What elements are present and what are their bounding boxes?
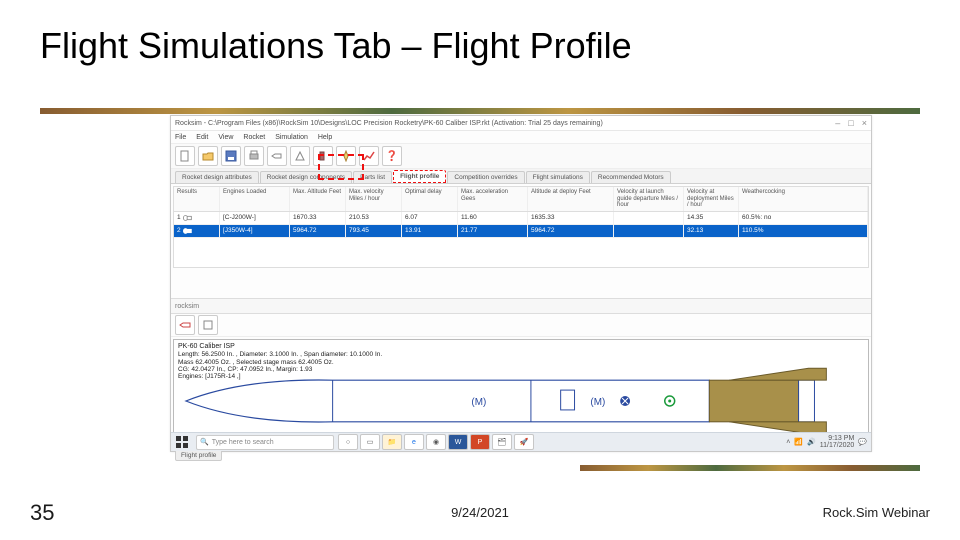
open-icon[interactable] <box>198 146 218 166</box>
toolbar: ❓ <box>171 144 871 169</box>
save-icon[interactable] <box>221 146 241 166</box>
tabs: Rocket design attributes Rocket design c… <box>171 169 871 184</box>
rocket-panel: PK-60 Caliber ISP Length: 56.2500 In. , … <box>173 339 869 447</box>
col-maxacc: Max. acceleration Gees <box>458 187 528 211</box>
tray-notif-icon[interactable]: 💬 <box>858 438 867 446</box>
row-idx: 1 <box>177 214 181 221</box>
maximize-button[interactable]: □ <box>848 118 853 128</box>
task-word-icon[interactable]: W <box>448 434 468 450</box>
slide-title: Flight Simulations Tab – Flight Profile <box>40 25 632 67</box>
rocket-dims: Length: 56.2500 In. , Diameter: 3.1000 I… <box>178 351 382 358</box>
task-app-icon[interactable]: 📁 <box>382 434 402 450</box>
mid-label: rocksim <box>171 298 871 314</box>
titlebar: Rocksim - C:\Program Files (x86)\RockSim… <box>171 116 871 131</box>
tray-vol-icon[interactable]: 🔊 <box>807 438 816 446</box>
search-icon: 🔍 <box>200 438 209 446</box>
search-box[interactable]: 🔍 Type here to search <box>196 435 334 450</box>
taskbar: 🔍 Type here to search ○ ▭ 📁 e ◉ W P 🗂 🚀 … <box>171 432 871 451</box>
tray-net-icon[interactable]: 📶 <box>794 438 803 446</box>
tab-flight-profile[interactable]: Flight profile <box>393 170 446 183</box>
tab-recommended-motors[interactable]: Recommended Motors <box>591 171 671 183</box>
task-explorer-icon[interactable]: 🗂 <box>492 434 512 450</box>
task-edge-icon[interactable]: e <box>404 434 424 450</box>
rocket-icon[interactable] <box>267 146 287 166</box>
help-icon[interactable]: ❓ <box>382 146 402 166</box>
tab-flight-simulations[interactable]: Flight simulations <box>526 171 590 183</box>
rocket-mass: Mass 62.4005 Oz. , Selected stage mass 6… <box>178 359 382 366</box>
tray-up-icon[interactable]: ˄ <box>786 439 790 446</box>
grid-header: Results Engines Loaded Max. Altitude Fee… <box>174 187 868 212</box>
col-maxvel: Max. velocity Miles / hour <box>346 187 402 211</box>
marker-m1: (M) <box>471 397 486 408</box>
task-rocksim-icon[interactable]: 🚀 <box>514 434 534 450</box>
menu-view[interactable]: View <box>218 134 233 141</box>
mid-toolbar <box>171 314 871 337</box>
menubar: File Edit View Rocket Simulation Help <box>171 131 871 144</box>
slide-date: 9/24/2021 <box>451 505 509 520</box>
view-side-icon[interactable] <box>175 315 195 335</box>
tab-design-attributes[interactable]: Rocket design attributes <box>175 171 259 183</box>
tab-competition-overrides[interactable]: Competition overrides <box>447 171 524 183</box>
tab-design-components[interactable]: Rocket design components <box>260 171 352 183</box>
task-chrome-icon[interactable]: ◉ <box>426 434 446 450</box>
tab-parts-list[interactable]: Parts list <box>353 171 392 183</box>
menu-file[interactable]: File <box>175 134 186 141</box>
bottom-tab-flight-profile[interactable]: Flight profile <box>175 450 222 461</box>
task-view-icon[interactable]: ▭ <box>360 434 380 450</box>
menu-help[interactable]: Help <box>318 134 332 141</box>
col-maxalt: Max. Altitude Feet <box>290 187 346 211</box>
title-text: Rocksim - C:\Program Files (x86)\RockSim… <box>175 120 603 127</box>
search-placeholder: Type here to search <box>212 439 274 446</box>
slide-number: 35 <box>30 500 54 526</box>
tray-time: 9:13 PM <box>828 435 854 442</box>
task-ppt-icon[interactable]: P <box>470 434 490 450</box>
app-window: Rocksim - C:\Program Files (x86)\RockSim… <box>170 115 872 452</box>
row-idx: 2 <box>177 227 181 234</box>
chart-icon[interactable] <box>359 146 379 166</box>
rocket-title: PK-60 Caliber ISP <box>178 343 382 351</box>
menu-edit[interactable]: Edit <box>196 134 208 141</box>
grid-row-1[interactable]: 1 [C-J200W-] 1670.33 210.53 6.07 11.60 1… <box>174 212 868 225</box>
task-cortana-icon[interactable]: ○ <box>338 434 358 450</box>
marker-m2: (M) <box>590 397 605 408</box>
close-button[interactable]: × <box>862 118 867 128</box>
col-engines: Engines Loaded <box>220 187 290 211</box>
menu-rocket[interactable]: Rocket <box>243 134 265 141</box>
view-tool-icon[interactable] <box>198 315 218 335</box>
tray-date: 11/17/2020 <box>820 442 855 449</box>
fins-icon[interactable] <box>290 146 310 166</box>
divider-bottom <box>580 465 920 471</box>
col-weather: Weathercocking <box>739 187 868 211</box>
divider <box>40 108 920 114</box>
launch-icon[interactable] <box>336 146 356 166</box>
print-icon[interactable] <box>244 146 264 166</box>
grid-row-2[interactable]: 2 [J350W-4] 5964.72 793.45 13.91 21.77 5… <box>174 225 868 238</box>
col-altdeploy: Altitude at deploy Feet <box>528 187 614 211</box>
col-results: Results <box>174 187 220 211</box>
minimize-button[interactable]: – <box>835 118 840 128</box>
slide-footer: Rock.Sim Webinar <box>823 505 930 520</box>
col-veldeploy: Velocity at deployment Miles / hour <box>684 187 739 211</box>
engine-icon[interactable] <box>313 146 333 166</box>
system-tray: ˄ 📶 🔊 9:13 PM 11/17/2020 💬 <box>786 435 871 449</box>
menu-simulation[interactable]: Simulation <box>275 134 308 141</box>
new-icon[interactable] <box>175 146 195 166</box>
start-button[interactable] <box>174 435 190 449</box>
col-vellaunch: Velocity at launch guide departure Miles… <box>614 187 684 211</box>
results-grid: Results Engines Loaded Max. Altitude Fee… <box>173 186 869 268</box>
rocket-drawing: (M) (M) <box>174 366 868 436</box>
col-delay: Optimal delay <box>402 187 458 211</box>
